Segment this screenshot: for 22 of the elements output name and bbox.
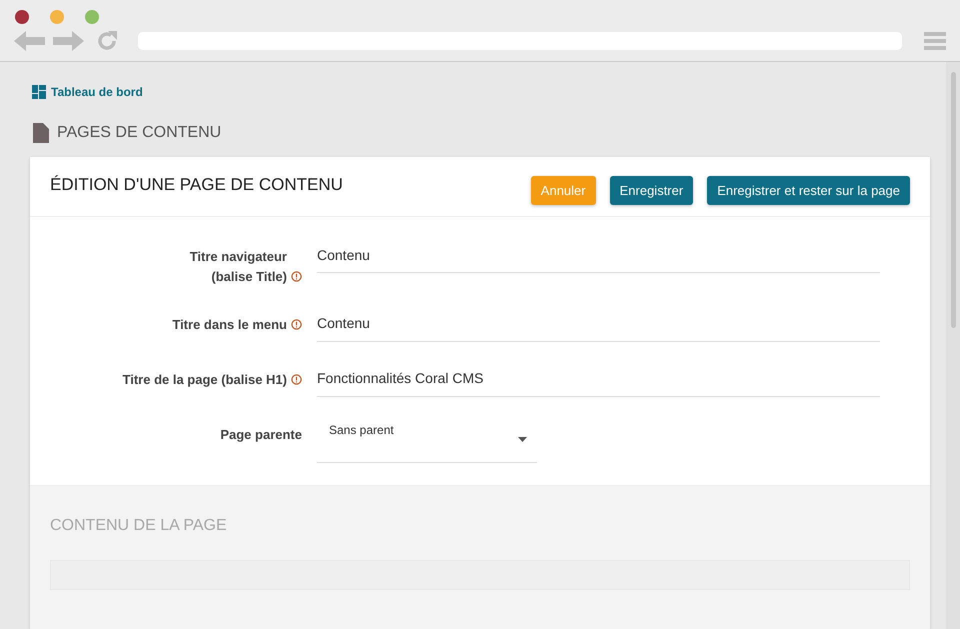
field-label: Titre dans le menu	[172, 316, 287, 334]
action-button[interactable]: Enregistrer	[610, 176, 694, 205]
action-button[interactable]: Enregistrer et rester sur la page	[707, 176, 910, 205]
section-title: PAGES DE CONTENU	[57, 123, 222, 143]
text-input[interactable]: Contenu	[317, 237, 880, 273]
parent-page-select[interactable]: Sans parent	[317, 415, 537, 463]
content-section-title: CONTENU DE LA PAGE	[49, 516, 228, 536]
document-icon	[33, 123, 49, 143]
field-label: Page parente	[220, 426, 302, 444]
menu-icon[interactable]	[924, 32, 946, 50]
text-input[interactable]: Fonctionnalités Coral CMS	[317, 360, 880, 397]
forward-arrow-icon[interactable]	[53, 31, 84, 51]
card-title: ÉDITION D'UNE PAGE DE CONTENU	[50, 174, 343, 196]
text-input[interactable]: Contenu	[317, 305, 880, 342]
back-arrow-icon[interactable]	[14, 31, 45, 51]
reload-icon[interactable]	[96, 30, 118, 52]
dashboard-link[interactable]: Tableau de bord	[51, 83, 143, 101]
scrollbar[interactable]	[946, 62, 960, 629]
caret-down-icon	[518, 437, 527, 442]
field-label: Titre navigateur (balise Title)	[190, 248, 287, 286]
field-label: Titre de la page (balise H1)	[122, 371, 287, 389]
dashboard-icon	[32, 85, 46, 99]
